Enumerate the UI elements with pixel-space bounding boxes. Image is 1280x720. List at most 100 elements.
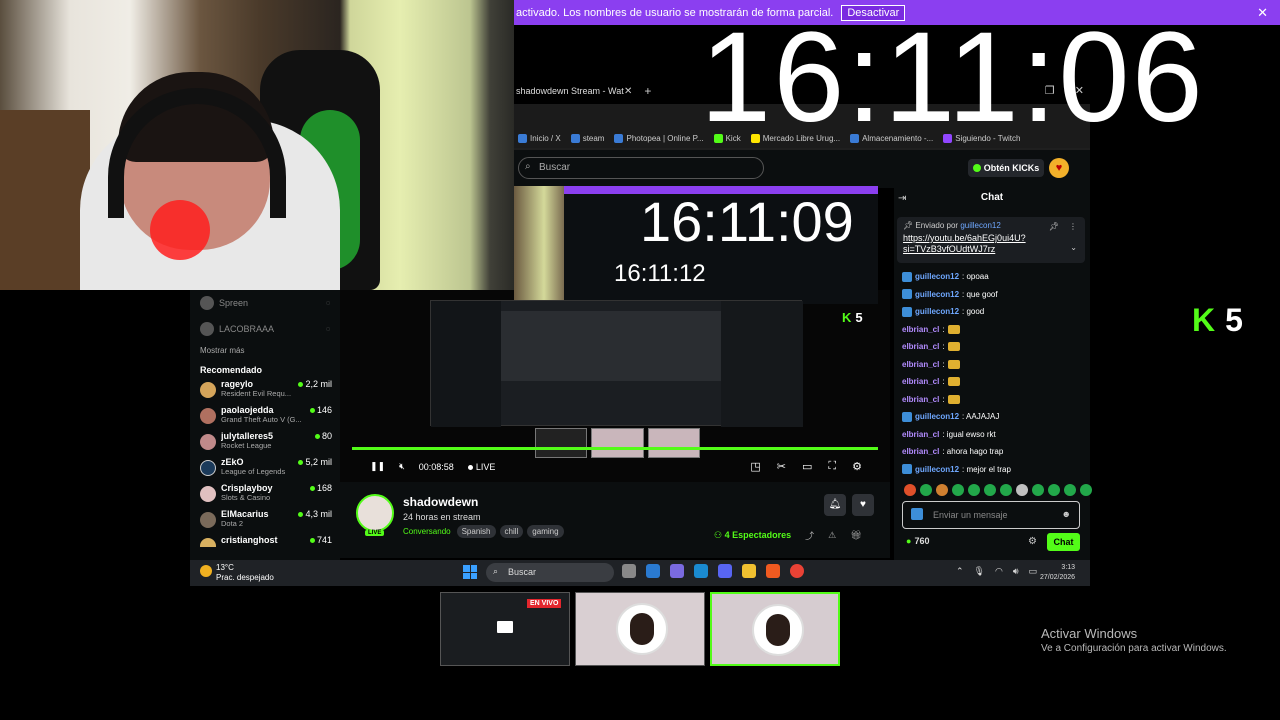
weather-widget[interactable]: 13°C Prac. despejado	[200, 563, 274, 583]
recommended-channel[interactable]: cristianghost 741	[190, 533, 340, 547]
kick-logo-icon: K	[842, 310, 852, 325]
chat-username[interactable]: guillecon12	[915, 272, 959, 281]
tab-kick-stream[interactable]: shadowdewn Stream - Watch L	[514, 86, 624, 96]
emote-icon[interactable]	[1064, 484, 1076, 496]
channel-points[interactable]: 760	[906, 536, 929, 546]
mute-icon[interactable]: 🔇︎	[399, 461, 405, 472]
chat-username[interactable]: guillecon12	[915, 307, 959, 316]
chat-username[interactable]: elbrian_cl	[902, 430, 939, 439]
offline-icon: ◌	[325, 325, 330, 333]
chat-username[interactable]: elbrian_cl	[902, 325, 939, 334]
chat-username[interactable]: elbrian_cl	[902, 377, 939, 386]
file-explorer-icon[interactable]	[742, 564, 756, 578]
pip-icon[interactable]: ◳	[750, 460, 760, 473]
get-kicks-button[interactable]: Obtén KICKs	[968, 159, 1044, 177]
recommended-channel[interactable]: paolaojedda Grand Theft Auto V (G... 146	[190, 403, 340, 429]
chat-settings-icon[interactable]: ⚙	[1028, 536, 1037, 547]
thumbnail-avatar-girl[interactable]	[710, 592, 840, 666]
viewer-count: ⚇ 4 Espectadores	[714, 530, 792, 540]
clip-icon[interactable]: ✂	[777, 460, 786, 473]
gift-icon[interactable]: 🎁︎	[850, 530, 861, 541]
battery-icon[interactable]: ▭	[1029, 566, 1038, 577]
volume-icon[interactable]: 🔊︎	[1013, 566, 1019, 577]
report-icon[interactable]: ⚠	[828, 530, 836, 541]
kick-coin-icon	[972, 164, 981, 172]
tag[interactable]: gaming	[527, 525, 564, 538]
bookmark-item[interactable]: Inicio / X	[518, 133, 561, 143]
thumbnail-avatar-couple[interactable]	[575, 592, 705, 666]
fullscreen-icon[interactable]: ⛶	[828, 460, 836, 473]
taskbar-clock[interactable]: 3:13 27/02/2026	[1040, 563, 1075, 583]
share-icon[interactable]: ⤴	[805, 529, 814, 542]
send-chat-button[interactable]: Chat	[1047, 533, 1080, 551]
streamer-avatar[interactable]: LIVE	[356, 494, 394, 536]
theater-icon[interactable]: ▭	[802, 460, 812, 473]
brave-icon[interactable]	[766, 564, 780, 578]
pause-icon[interactable]: ❚❚	[370, 461, 385, 472]
recommended-channel[interactable]: ElMacarius Dota 2 4,3 mil	[190, 507, 340, 533]
emote-icon[interactable]	[968, 484, 980, 496]
store-icon[interactable]	[694, 564, 708, 578]
recommended-channel[interactable]: zEkO League of Legends 5,2 mil	[190, 455, 340, 481]
sidebar-item-followed[interactable]: LACOBRAAA ◌	[190, 316, 340, 342]
search-input[interactable]: ⌕ Buscar	[518, 157, 764, 179]
task-view-icon[interactable]	[622, 564, 636, 578]
follow-heart-icon[interactable]: ♥	[852, 494, 874, 516]
chat-username[interactable]: elbrian_cl	[902, 342, 939, 351]
progress-bar[interactable]	[352, 447, 878, 450]
emote-icon[interactable]	[904, 484, 916, 496]
emote-icon[interactable]	[936, 484, 948, 496]
chat-username[interactable]: elbrian_cl	[902, 447, 939, 456]
tag[interactable]: Spanish	[456, 525, 496, 538]
more-icon[interactable]: ⋮	[1069, 222, 1077, 231]
emote-icon[interactable]	[1000, 484, 1012, 496]
bookmark-item[interactable]: Photopea | Online P...	[614, 133, 704, 143]
taskbar-search[interactable]: ⌕ Buscar	[486, 563, 614, 582]
streamer-name[interactable]: shadowdewn	[403, 495, 478, 509]
microphone-icon[interactable]: 🎙︎	[974, 566, 985, 577]
thumbnail-stream[interactable]: EN VIVO	[440, 592, 570, 666]
avatar	[200, 408, 216, 424]
chrome-icon[interactable]	[790, 564, 804, 578]
settings-icon[interactable]: ⚙	[852, 460, 862, 473]
show-more-link[interactable]: Mostrar más	[190, 342, 340, 359]
chat-username[interactable]: guillecon12	[915, 465, 959, 474]
tab-close-icon[interactable]: ✕	[624, 86, 632, 97]
pinned-link[interactable]: https://youtu.be/6ahEGj0ui4U?si=TVzB3vfO…	[903, 233, 1053, 255]
chat-username[interactable]: guillecon12	[915, 290, 959, 299]
wifi-icon[interactable]: ◠	[995, 566, 1003, 577]
discord-icon[interactable]	[718, 564, 732, 578]
emote-icon[interactable]	[1016, 484, 1028, 496]
new-tab-icon[interactable]: +	[644, 84, 651, 98]
pin-icon[interactable]: 📌︎	[1049, 222, 1059, 231]
close-icon[interactable]: ✕	[1257, 5, 1268, 21]
sidebar-item-followed[interactable]: Spreen ◌	[190, 290, 340, 316]
emoji-icon[interactable]: ☻	[1062, 509, 1071, 519]
recommended-channel[interactable]: rageylo Resident Evil Requ... 2,2 mil	[190, 377, 340, 403]
user-avatar[interactable]: ♥	[1049, 158, 1069, 178]
emote-icon[interactable]	[952, 484, 964, 496]
bookmark-item[interactable]: steam	[570, 133, 604, 143]
tray-expand-icon[interactable]: ⌃	[956, 566, 964, 577]
chat-text: : opoaa	[962, 272, 989, 282]
chat-input[interactable]: Enviar un mensaje ☻	[902, 501, 1080, 529]
bell-icon[interactable]: 🔔︎	[824, 494, 846, 516]
emote-icon[interactable]	[1048, 484, 1060, 496]
chat-username[interactable]: guillecon12	[915, 412, 959, 421]
emote-icon[interactable]	[984, 484, 996, 496]
chat-username[interactable]: elbrian_cl	[902, 360, 939, 369]
copilot-icon[interactable]	[670, 564, 684, 578]
chat-username[interactable]: elbrian_cl	[902, 395, 939, 404]
chat-message: elbrian_cl:	[902, 373, 1088, 391]
category-link[interactable]: Conversando	[403, 527, 451, 536]
mail-icon[interactable]	[646, 564, 660, 578]
recommended-channel[interactable]: julytalleres5 Rocket League 80	[190, 429, 340, 455]
emote-icon[interactable]	[1080, 484, 1092, 496]
recommended-channel[interactable]: Crisplayboy Slots & Casino 168	[190, 481, 340, 507]
tag[interactable]: chill	[499, 525, 524, 538]
chevron-down-icon[interactable]: ⌄	[1070, 243, 1077, 252]
emote-icon[interactable]	[920, 484, 932, 496]
live-badge: EN VIVO	[527, 599, 562, 608]
emote-icon[interactable]	[1032, 484, 1044, 496]
start-button[interactable]	[463, 565, 477, 579]
